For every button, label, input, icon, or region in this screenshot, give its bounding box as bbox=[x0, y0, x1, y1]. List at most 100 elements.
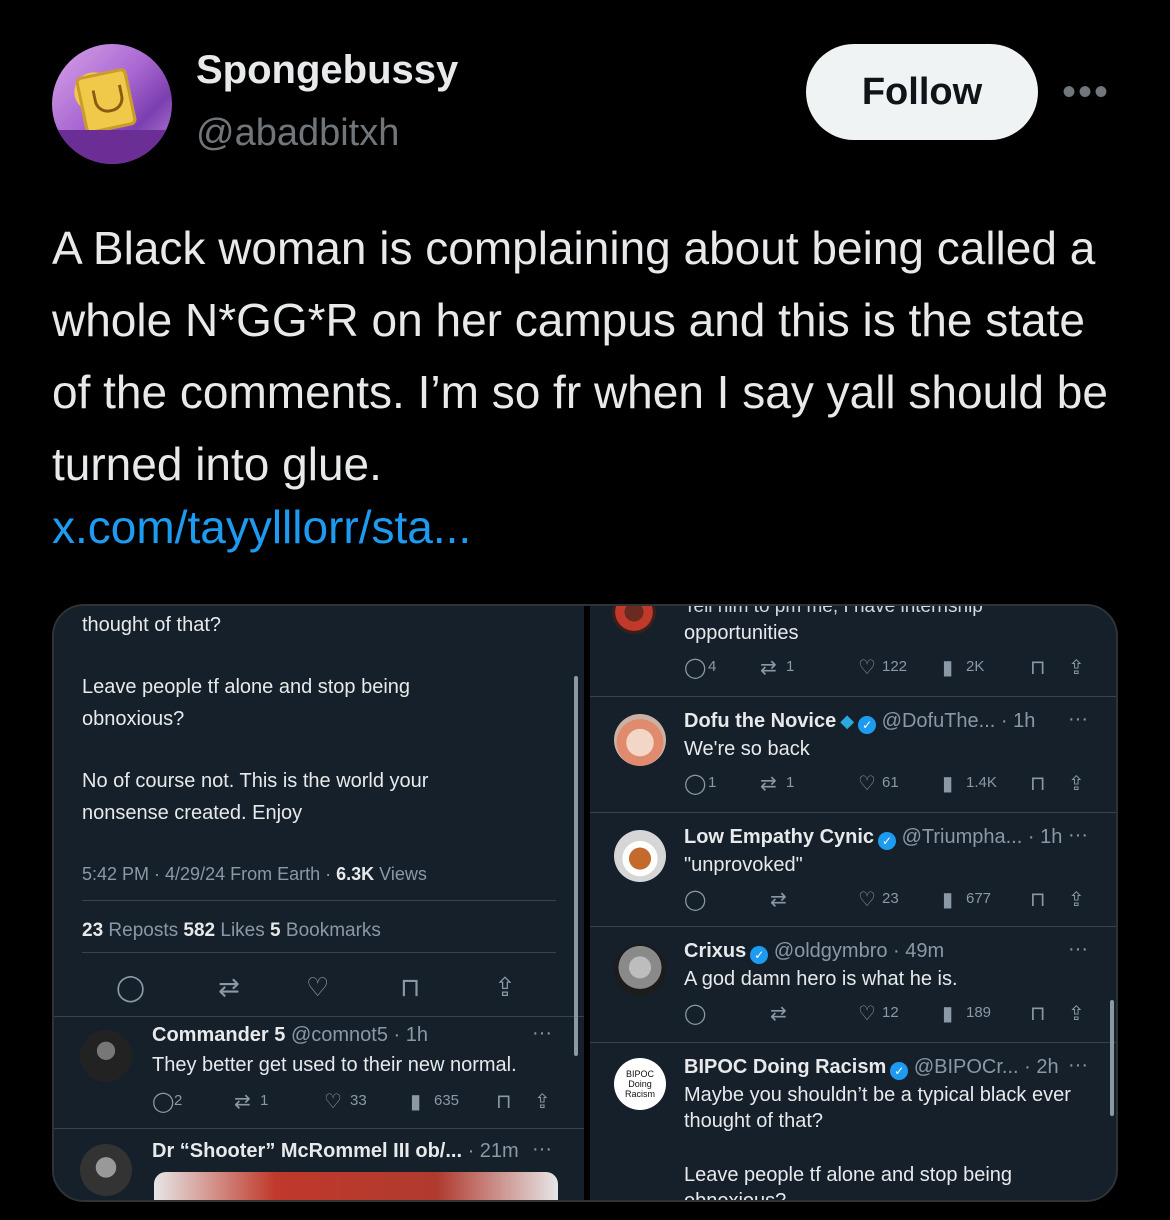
reply-header: Low Empathy Cynic ✓ @Triumpha... · 1h bbox=[684, 826, 1062, 850]
reply-author-name[interactable]: Dofu the Novice bbox=[684, 710, 836, 732]
views-icon[interactable]: ▮ bbox=[942, 890, 953, 910]
like-count: 12 bbox=[882, 1004, 899, 1021]
reply-avatar[interactable] bbox=[614, 944, 666, 996]
repost-icon[interactable]: ⇄ bbox=[218, 974, 240, 1000]
divider bbox=[590, 926, 1116, 927]
reply-avatar[interactable] bbox=[614, 830, 666, 882]
reply-handle-time[interactable]: @Triumpha... · 1h bbox=[902, 826, 1063, 848]
avatar-background bbox=[52, 130, 172, 164]
reply-avatar[interactable]: BIPOC Doing Racism bbox=[614, 1058, 666, 1110]
more-options-icon[interactable]: ··· bbox=[532, 1022, 552, 1045]
author-display-name[interactable]: Spongebussy bbox=[196, 48, 458, 93]
repost-icon[interactable]: ⇄ bbox=[760, 658, 777, 678]
share-icon[interactable]: ⇪ bbox=[1068, 658, 1085, 678]
scrollbar[interactable] bbox=[574, 676, 578, 1056]
reply-text: They better get used to their new normal… bbox=[152, 1054, 517, 1076]
share-icon[interactable]: ⇪ bbox=[1068, 774, 1085, 794]
tweet-timestamp: 5:42 PM · 4/29/24 From Earth · bbox=[82, 864, 337, 884]
reply-text-line: Maybe you shouldn’t be a typical black e… bbox=[684, 1084, 1071, 1106]
reply-time[interactable]: · 21m bbox=[468, 1140, 519, 1162]
bookmark-icon[interactable]: ⊓ bbox=[496, 1092, 512, 1112]
engagement-stats: 23 Reposts 582 Likes 5 Bookmarks bbox=[82, 920, 381, 942]
reply-avatar[interactable] bbox=[80, 1030, 132, 1082]
reply-author-name[interactable]: Crixus bbox=[684, 940, 746, 962]
reply-icon[interactable]: ◯ bbox=[684, 774, 706, 794]
reply-avatar[interactable] bbox=[612, 606, 656, 634]
views-icon[interactable]: ▮ bbox=[410, 1092, 421, 1112]
reply-icon[interactable]: ◯ bbox=[116, 974, 145, 1000]
share-icon[interactable]: ⇪ bbox=[494, 974, 516, 1000]
like-icon[interactable]: ♡ bbox=[858, 890, 876, 910]
like-icon[interactable]: ♡ bbox=[858, 774, 876, 794]
divider bbox=[82, 900, 556, 901]
embedded-screenshot-card[interactable]: thought of that? Leave people tf alone a… bbox=[52, 604, 1118, 1202]
tweet-link[interactable]: x.com/tayylllorr/sta... bbox=[52, 500, 471, 554]
reply-avatar[interactable] bbox=[80, 1144, 132, 1196]
reply-icon[interactable]: ◯ bbox=[684, 658, 706, 678]
reply-icon[interactable]: ◯ bbox=[152, 1092, 174, 1112]
left-text-line: obnoxious? bbox=[82, 708, 185, 730]
like-icon[interactable]: ♡ bbox=[324, 1092, 342, 1112]
repost-icon[interactable]: ⇄ bbox=[770, 890, 787, 910]
bookmarks-count: 5 bbox=[270, 920, 281, 941]
views-count: 189 bbox=[966, 1004, 992, 1021]
repost-icon[interactable]: ⇄ bbox=[770, 1004, 787, 1024]
bookmark-icon[interactable]: ⊓ bbox=[1030, 1004, 1046, 1024]
share-icon[interactable]: ⇪ bbox=[1068, 1004, 1085, 1024]
divider bbox=[590, 1042, 1116, 1043]
views-count: 635 bbox=[434, 1092, 460, 1109]
reply-header: BIPOC Doing Racism ✓ @BIPOCr... · 2h bbox=[684, 1056, 1059, 1080]
reply-icon[interactable]: ◯ bbox=[684, 1004, 706, 1024]
more-options-icon[interactable]: ••• bbox=[1062, 70, 1110, 115]
scrollbar[interactable] bbox=[1110, 1000, 1114, 1116]
more-options-icon[interactable]: ··· bbox=[1068, 938, 1088, 961]
follow-button[interactable]: Follow bbox=[806, 44, 1038, 140]
author-handle[interactable]: @abadbitxh bbox=[196, 112, 399, 155]
likes-count: 582 bbox=[183, 920, 216, 941]
divider bbox=[54, 1016, 584, 1017]
sponge-icon bbox=[74, 67, 138, 135]
views-icon[interactable]: ▮ bbox=[942, 658, 953, 678]
share-icon[interactable]: ⇪ bbox=[1068, 890, 1085, 910]
reply-author-name[interactable]: Commander 5 bbox=[152, 1024, 285, 1046]
more-options-icon[interactable]: ··· bbox=[1068, 1054, 1088, 1077]
reply-text-line: obnoxious? bbox=[684, 1190, 787, 1202]
reply-media-image[interactable] bbox=[154, 1172, 558, 1200]
views-icon[interactable]: ▮ bbox=[942, 774, 953, 794]
like-icon[interactable]: ♡ bbox=[306, 974, 329, 1000]
like-icon[interactable]: ♡ bbox=[858, 1004, 876, 1024]
reply-author-name[interactable]: Low Empathy Cynic bbox=[684, 826, 874, 848]
reply-handle-time[interactable]: @BIPOCr... · 2h bbox=[914, 1056, 1059, 1078]
more-options-icon[interactable]: ··· bbox=[1068, 824, 1088, 847]
bookmark-icon[interactable]: ⊓ bbox=[400, 974, 420, 1000]
reply-handle-time[interactable]: @DofuThe... · 1h bbox=[882, 710, 1036, 732]
reply-icon[interactable]: ◯ bbox=[684, 890, 706, 910]
repost-count: 1 bbox=[786, 658, 795, 675]
reply-header: Dr “Shooter” McRommel III ob/... · 21m bbox=[152, 1140, 519, 1163]
bookmark-icon[interactable]: ⊓ bbox=[1030, 774, 1046, 794]
like-icon[interactable]: ♡ bbox=[858, 658, 876, 678]
reply-author-name[interactable]: BIPOC Doing Racism bbox=[684, 1056, 886, 1078]
left-text-line: nonsense created. Enjoy bbox=[82, 802, 303, 824]
reply-handle-time[interactable]: @comnot5 · 1h bbox=[291, 1024, 428, 1046]
like-count: 61 bbox=[882, 774, 899, 791]
views-count: 677 bbox=[966, 890, 992, 907]
repost-icon[interactable]: ⇄ bbox=[760, 774, 777, 794]
more-options-icon[interactable]: ··· bbox=[532, 1138, 552, 1161]
views-icon[interactable]: ▮ bbox=[942, 1004, 953, 1024]
bookmark-icon[interactable]: ⊓ bbox=[1030, 658, 1046, 678]
bookmark-icon[interactable]: ⊓ bbox=[1030, 890, 1046, 910]
reply-avatar[interactable] bbox=[614, 714, 666, 766]
share-icon[interactable]: ⇪ bbox=[534, 1092, 551, 1112]
reply-count: 4 bbox=[708, 658, 717, 675]
reposts-label[interactable]: Reposts bbox=[108, 920, 178, 941]
reply-handle-time[interactable]: @oldgymbro · 49m bbox=[774, 940, 944, 962]
repost-icon[interactable]: ⇄ bbox=[234, 1092, 251, 1112]
reply-text-line: thought of that? bbox=[684, 1110, 824, 1132]
more-options-icon[interactable]: ··· bbox=[1068, 708, 1088, 731]
likes-label[interactable]: Likes bbox=[220, 920, 264, 941]
reply-author-name[interactable]: Dr “Shooter” McRommel III ob/... bbox=[152, 1140, 462, 1162]
reply-count: 1 bbox=[708, 774, 717, 791]
author-avatar[interactable] bbox=[52, 44, 172, 164]
bookmarks-label[interactable]: Bookmarks bbox=[286, 920, 381, 941]
